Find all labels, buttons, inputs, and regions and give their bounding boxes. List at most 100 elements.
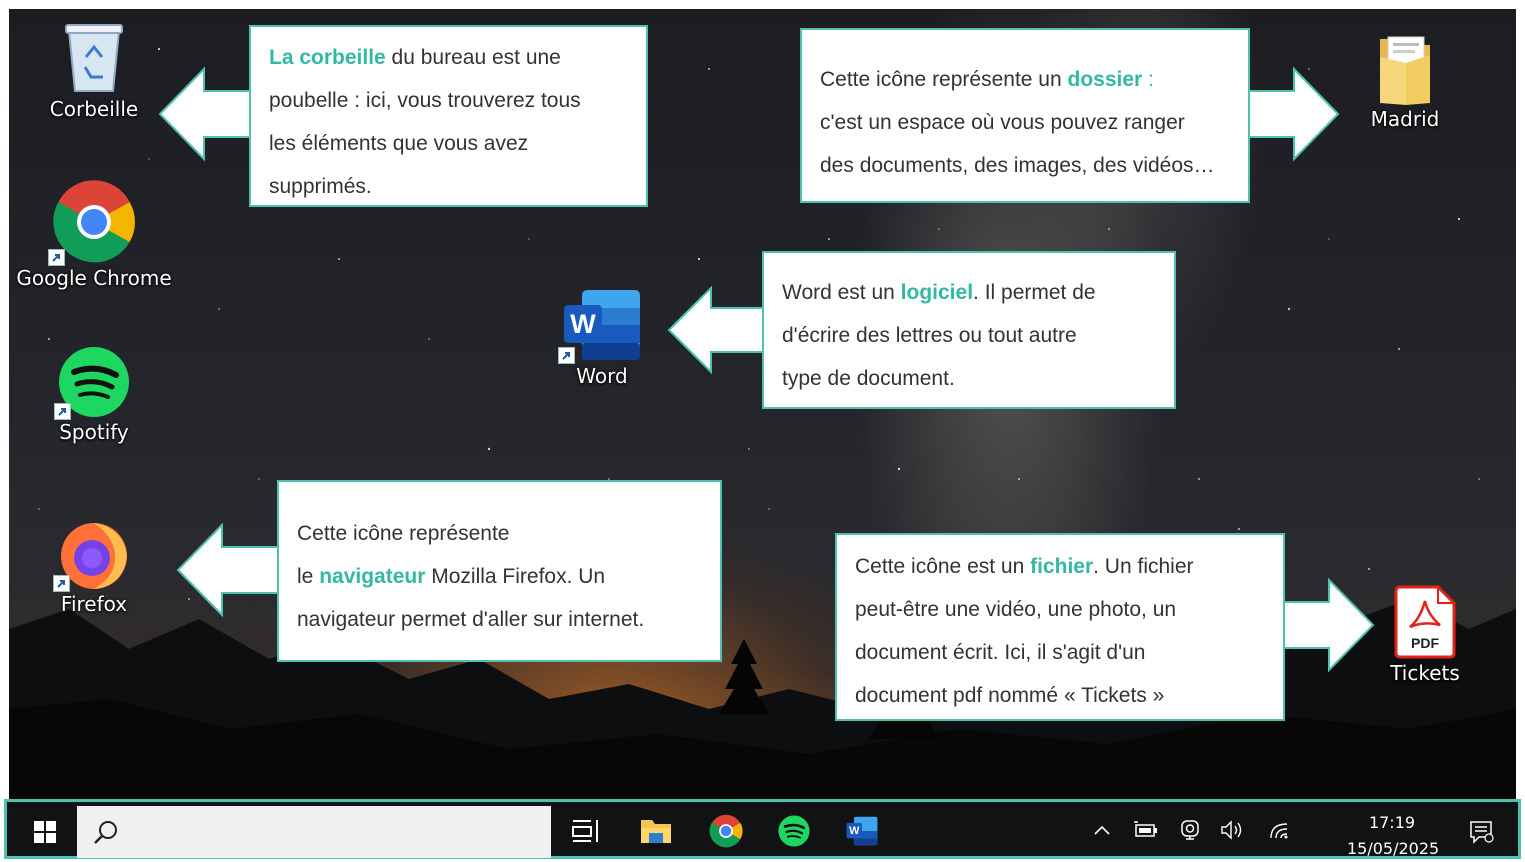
desktop-icon-google-chrome[interactable]: Google Chrome bbox=[9, 180, 179, 290]
callout-corbeille: La corbeille du bureau est une poubelle … bbox=[249, 25, 648, 207]
desktop-icon-label: Google Chrome bbox=[16, 266, 172, 290]
desktop-icon-label: Firefox bbox=[60, 592, 128, 616]
taskbar-clock[interactable]: 17:19 15/05/2025 bbox=[1347, 810, 1440, 862]
battery-button[interactable] bbox=[1129, 812, 1163, 848]
desktop-icon-spotify[interactable]: Spotify bbox=[44, 346, 144, 444]
arrow-left-to-word bbox=[667, 285, 764, 375]
desktop-icon-label: Word bbox=[576, 364, 628, 388]
callout-line: des documents, des images, des vidéos… bbox=[820, 154, 1215, 177]
clock-date: 15/05/2025 bbox=[1347, 839, 1440, 858]
spotify-icon bbox=[778, 815, 810, 847]
callout-line: Cette icône représente bbox=[297, 522, 510, 545]
clock-time: 17:19 bbox=[1368, 813, 1416, 832]
desktop-icon-pdf-tickets[interactable]: PDF Tickets bbox=[1375, 585, 1475, 685]
word-icon: W bbox=[558, 288, 642, 364]
callout-line: navigateur permet d'aller sur internet. bbox=[297, 608, 645, 631]
callout-highlight: La corbeille bbox=[269, 46, 386, 69]
windows-logo-icon bbox=[34, 820, 56, 843]
callout-highlight: navigateur bbox=[319, 565, 426, 588]
start-button[interactable] bbox=[15, 808, 75, 855]
task-view-icon bbox=[572, 820, 598, 842]
callout-line: supprimés. bbox=[269, 175, 372, 198]
callout-text: Mozilla Firefox. Un bbox=[425, 565, 606, 588]
desktop-icon-label: Spotify bbox=[59, 420, 129, 444]
taskbar-spotify[interactable] bbox=[767, 808, 821, 854]
desktop-icon-recycle-bin[interactable]: Corbeille bbox=[44, 17, 144, 121]
wifi-icon bbox=[1270, 823, 1288, 839]
battery-icon bbox=[1134, 821, 1157, 837]
taskbar: W 17:19 15/05/2025 bbox=[4, 799, 1521, 859]
callout-navigateur: Cette icône représente le navigateur Moz… bbox=[277, 480, 722, 662]
taskbar-chrome[interactable] bbox=[699, 808, 753, 854]
callout-line: document pdf nommé « Tickets » bbox=[855, 684, 1165, 707]
callout-line: La corbeille du bureau est une bbox=[269, 36, 628, 79]
desktop-icon-folder-madrid[interactable]: Madrid bbox=[1355, 33, 1455, 131]
recycle-bin-icon bbox=[61, 17, 127, 95]
callout-highlight: fichier bbox=[1030, 555, 1094, 578]
search-icon bbox=[94, 821, 117, 844]
callout-text: Cette icône est un bbox=[855, 555, 1031, 578]
taskbar-word[interactable]: W bbox=[835, 808, 889, 854]
file-explorer-icon bbox=[641, 820, 671, 843]
callout-text: Cette icône représente un bbox=[820, 68, 1068, 91]
callout-line: le navigateur Mozilla Firefox. Un bbox=[297, 555, 702, 598]
notification-center-button[interactable] bbox=[1465, 814, 1499, 850]
callout-dossier: Cette icône représente un dossier : c'es… bbox=[800, 28, 1250, 203]
taskbar-file-explorer[interactable] bbox=[629, 808, 683, 854]
callout-line: les éléments que vous avez bbox=[269, 132, 529, 155]
shortcut-arrow-icon bbox=[54, 403, 71, 420]
shortcut-arrow-icon bbox=[53, 575, 70, 592]
callout-text: : bbox=[1142, 68, 1154, 91]
arrow-right-to-folder bbox=[1247, 66, 1340, 162]
notification-icon bbox=[1470, 821, 1494, 844]
chevron-up-icon bbox=[1094, 825, 1110, 835]
speaker-icon bbox=[1221, 820, 1242, 840]
desktop-icon-label: Corbeille bbox=[49, 97, 139, 121]
callout-text: . Il permet de bbox=[973, 281, 1096, 304]
folder-icon bbox=[1376, 33, 1434, 105]
callout-logiciel: Word est un logiciel. Il permet de d'écr… bbox=[762, 251, 1176, 409]
arrow-left-to-firefox bbox=[176, 522, 279, 618]
webcam-button[interactable] bbox=[1173, 812, 1207, 848]
chrome-icon bbox=[48, 180, 136, 266]
callout-line: poubelle : ici, vous trouverez tous bbox=[269, 89, 581, 112]
callout-line: c'est un espace où vous pouvez ranger bbox=[820, 111, 1185, 134]
chrome-icon bbox=[709, 814, 743, 848]
callout-text: le bbox=[297, 565, 320, 588]
callout-highlight: dossier bbox=[1067, 68, 1143, 91]
callout-fichier: Cette icône est un fichier. Un fichier p… bbox=[835, 533, 1285, 721]
callout-line: type de document. bbox=[782, 367, 955, 390]
taskbar-search-box[interactable] bbox=[77, 806, 551, 858]
network-button[interactable] bbox=[1263, 812, 1297, 848]
arrow-left-to-corbeille bbox=[158, 66, 251, 162]
shortcut-arrow-icon bbox=[558, 347, 575, 364]
word-icon-letter: W bbox=[849, 825, 860, 837]
desktop-icon-word[interactable]: W Word bbox=[552, 288, 652, 388]
callout-text: . Un fichier bbox=[1093, 555, 1194, 578]
task-view-button[interactable] bbox=[559, 808, 613, 854]
callout-line: document écrit. Ici, il s'agit d'un bbox=[855, 641, 1146, 664]
shortcut-arrow-icon bbox=[48, 249, 65, 266]
pdf-file-icon: PDF bbox=[1394, 585, 1456, 659]
webcam-icon bbox=[1181, 820, 1199, 840]
word-icon-letter: W bbox=[570, 309, 596, 339]
arrow-right-to-pdf bbox=[1282, 577, 1375, 673]
show-hidden-icons-button[interactable] bbox=[1085, 812, 1119, 848]
callout-line: Cette icône est un fichier. Un fichier bbox=[855, 545, 1265, 588]
callout-line: Word est un logiciel. Il permet de bbox=[782, 271, 1156, 314]
callout-line: Cette icône représente un dossier : bbox=[820, 58, 1230, 101]
desktop-icon-firefox[interactable]: Firefox bbox=[44, 516, 144, 616]
callout-line: peut-être une vidéo, une photo, un bbox=[855, 598, 1177, 621]
pdf-badge-text: PDF bbox=[1411, 635, 1439, 651]
callout-highlight: logiciel bbox=[900, 281, 974, 304]
firefox-icon bbox=[53, 516, 131, 592]
word-icon: W bbox=[846, 816, 878, 846]
volume-button[interactable] bbox=[1215, 812, 1249, 848]
desktop-icon-label: Madrid bbox=[1370, 107, 1440, 131]
callout-text: Word est un bbox=[782, 281, 901, 304]
spotify-icon bbox=[54, 346, 130, 420]
callout-line: d'écrire des lettres ou tout autre bbox=[782, 324, 1077, 347]
desktop-icon-label: Tickets bbox=[1390, 661, 1460, 685]
search-input[interactable] bbox=[132, 814, 536, 850]
callout-text: du bureau est une bbox=[385, 46, 561, 69]
